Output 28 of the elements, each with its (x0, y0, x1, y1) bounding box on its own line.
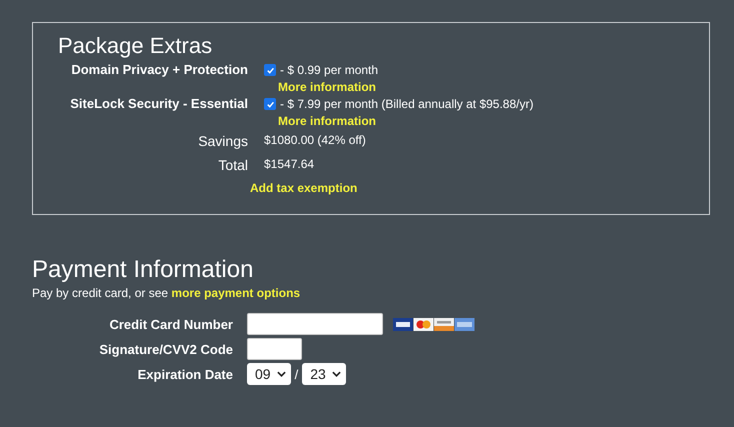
extra-label: Domain Privacy + Protection (70, 61, 248, 79)
card-number-field[interactable] (247, 313, 383, 335)
checkbox[interactable] (264, 64, 276, 76)
month-select[interactable]: 09 (247, 363, 291, 385)
price-text: - $ 7.99 per month (Billed annually at $95.88/yr) (280, 97, 534, 111)
summary-value: $1080.00 (42% off) (264, 132, 367, 149)
caret-icon (276, 371, 286, 377)
summary-label: Total (217, 156, 248, 175)
card-logos-icon (393, 318, 475, 330)
field-label: Expiration Date (136, 366, 233, 382)
intro-text: Pay by credit card, or see more payment options (32, 286, 302, 300)
caret-icon (332, 371, 341, 377)
summary-value: $1547.64 (264, 156, 316, 173)
cvv-field[interactable] (247, 338, 302, 360)
section-title: Package Extras (58, 33, 214, 59)
more-information-link[interactable]: More information (264, 113, 709, 129)
extra-label: SiteLock Security - Essential (69, 95, 248, 113)
more-information-link[interactable]: More information (264, 79, 709, 95)
year-select[interactable]: 23 (302, 363, 346, 385)
field-label: Signature/CVV2 Code (98, 342, 233, 356)
section-title: Payment Information (32, 256, 254, 284)
date-separator: / (294, 366, 298, 382)
tax-exemption-link[interactable]: Add tax exemption (250, 181, 358, 195)
field-label: Credit Card Number (108, 316, 233, 332)
more-payment-options-link[interactable]: more payment options (171, 286, 300, 300)
summary-label: Savings (197, 132, 248, 151)
checkbox[interactable] (264, 98, 276, 110)
price-text: - $ 0.99 per month (280, 63, 378, 77)
